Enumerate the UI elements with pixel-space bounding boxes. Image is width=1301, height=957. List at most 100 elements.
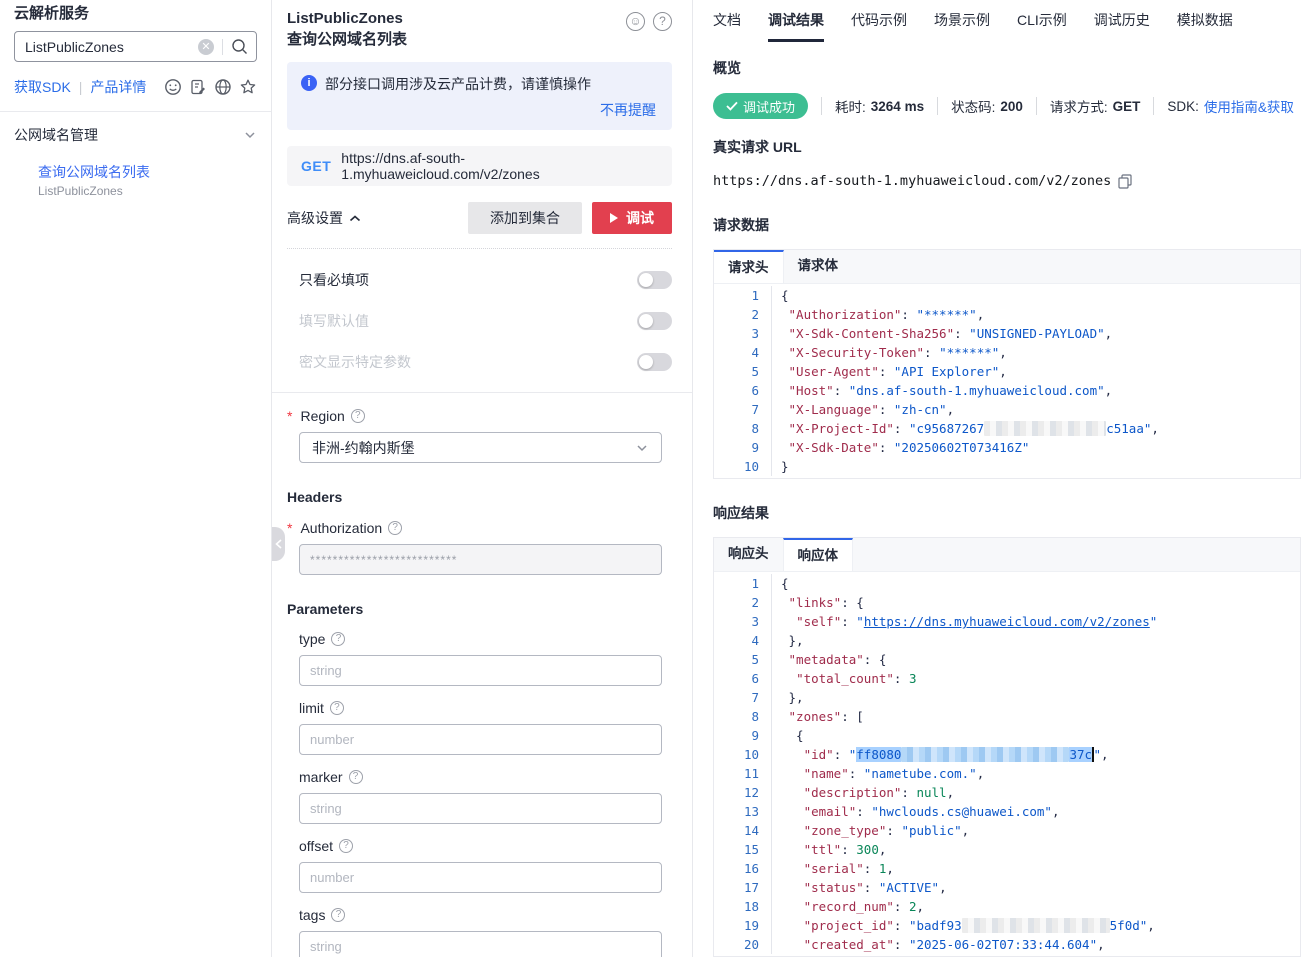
api-header: ListPublicZones 查询公网域名列表 ☺ ? xyxy=(287,8,672,50)
code-line: 3 "self": "https://dns.myhuaweicloud.com… xyxy=(714,612,1300,631)
request-headers-code: 1{2 "Authorization": "******",3 "X-Sdk-C… xyxy=(714,284,1300,478)
param-name: offset xyxy=(299,838,333,854)
parameters-section-title: Parameters xyxy=(287,601,672,617)
service-title: 云解析服务 xyxy=(14,2,257,23)
toggle-label: 密文显示特定参数 xyxy=(299,352,411,372)
search-icon[interactable] xyxy=(231,38,248,55)
authorization-field[interactable] xyxy=(299,544,662,575)
api-description: 查询公网域名列表 xyxy=(287,29,407,50)
param-field-offset[interactable] xyxy=(299,862,662,893)
param-label-limit: limit ? xyxy=(299,700,672,716)
favorite-star-icon[interactable] xyxy=(239,78,257,96)
smiley-icon[interactable] xyxy=(164,78,182,96)
actions-row: 高级设置 添加到集合 调试 xyxy=(287,202,672,234)
param-help-icon[interactable]: ? xyxy=(330,701,344,715)
nav-item-title: 查询公网域名列表 xyxy=(38,162,257,182)
links-divider: | xyxy=(79,79,83,95)
feedback-icon[interactable] xyxy=(189,78,207,96)
param-name: limit xyxy=(299,700,324,716)
line-number: 17 xyxy=(714,878,772,897)
globe-icon[interactable] xyxy=(214,78,232,96)
tab-code-samples[interactable]: 代码示例 xyxy=(851,10,907,42)
tab-request-headers[interactable]: 请求头 xyxy=(714,250,784,283)
tab-debug-result[interactable]: 调试结果 xyxy=(768,10,824,42)
status-badge-label: 调试成功 xyxy=(743,97,795,116)
play-icon xyxy=(610,213,618,223)
param-help-icon[interactable]: ? xyxy=(349,770,363,784)
param-help-icon[interactable]: ? xyxy=(331,908,345,922)
line-number: 10 xyxy=(714,457,772,476)
line-number: 10 xyxy=(714,745,772,764)
code-line: 6 "total_count": 3 xyxy=(714,669,1300,688)
sdk-guide-link[interactable]: 使用指南&获取 xyxy=(1204,96,1294,116)
response-result-tabs: 响应头 响应体 xyxy=(714,538,1300,572)
line-number: 12 xyxy=(714,783,772,802)
banner-text: 部分接口调用涉及云产品计费，请谨慎操作 xyxy=(325,74,591,94)
stat-divider xyxy=(1036,97,1037,115)
tab-scenario-samples[interactable]: 场景示例 xyxy=(934,10,990,42)
param-field-type[interactable] xyxy=(299,655,662,686)
param-label-marker: marker ? xyxy=(299,769,672,785)
debug-button[interactable]: 调试 xyxy=(592,202,672,234)
param-help-icon[interactable]: ? xyxy=(331,632,345,646)
tab-mock-data[interactable]: 模拟数据 xyxy=(1177,10,1233,42)
param-field-tags[interactable] xyxy=(299,931,662,957)
region-label-row: * Region ? xyxy=(287,408,672,424)
real-request-url: https://dns.af-south-1.myhuaweicloud.com… xyxy=(713,173,1301,189)
chevron-down-icon xyxy=(635,441,649,455)
tab-cli-samples[interactable]: CLI示例 xyxy=(1017,10,1067,42)
param-field-marker[interactable] xyxy=(299,793,662,824)
api-search-box[interactable]: ✕ xyxy=(14,31,257,62)
stat-divider xyxy=(937,97,938,115)
line-number: 13 xyxy=(714,802,772,821)
dismiss-banner-link[interactable]: 不再提醒 xyxy=(301,100,656,120)
region-label: Region xyxy=(300,408,344,424)
line-number: 14 xyxy=(714,821,772,840)
response-result-card: 响应头 响应体 1{2 "links": {3 "self": "https:/… xyxy=(713,537,1301,957)
request-data-heading: 请求数据 xyxy=(713,215,1301,235)
line-number: 2 xyxy=(714,305,772,324)
tab-response-headers[interactable]: 响应头 xyxy=(714,538,783,571)
authorization-help-icon[interactable]: ? xyxy=(388,521,402,535)
help-icon[interactable]: ? xyxy=(653,12,672,31)
clear-search-icon[interactable]: ✕ xyxy=(198,39,214,55)
line-number: 8 xyxy=(714,707,772,726)
line-number: 5 xyxy=(714,650,772,669)
default-values-switch[interactable] xyxy=(637,312,672,330)
line-number: 7 xyxy=(714,400,772,419)
billing-notice-banner: i 部分接口调用涉及云产品计费，请谨慎操作 不再提醒 xyxy=(287,62,672,130)
product-detail-link[interactable]: 产品详情 xyxy=(90,77,146,97)
param-label-offset: offset ? xyxy=(299,838,672,854)
tab-debug-history[interactable]: 调试历史 xyxy=(1094,10,1150,42)
search-divider xyxy=(222,39,223,55)
add-to-collection-button[interactable]: 添加到集合 xyxy=(468,202,582,234)
real-url-text: https://dns.af-south-1.myhuaweicloud.com… xyxy=(713,173,1111,189)
get-sdk-link[interactable]: 获取SDK xyxy=(14,77,71,97)
debug-result-panel: 文档 调试结果 代码示例 场景示例 CLI示例 调试历史 模拟数据 概览 调试成… xyxy=(693,0,1301,957)
param-help-icon[interactable]: ? xyxy=(339,839,353,853)
code-line: 7 }, xyxy=(714,688,1300,707)
code-line: 3 "X-Sdk-Content-Sha256": "UNSIGNED-PAYL… xyxy=(714,324,1300,343)
cipher-params-switch[interactable] xyxy=(637,353,672,371)
response-result-heading: 响应结果 xyxy=(713,503,1301,523)
advanced-settings-toggle[interactable]: 高级设置 xyxy=(287,208,361,228)
feedback-smiley-icon[interactable]: ☺ xyxy=(626,12,645,31)
chevron-down-icon xyxy=(243,128,257,142)
code-line: 18 "record_num": 2, xyxy=(714,897,1300,916)
region-help-icon[interactable]: ? xyxy=(351,409,365,423)
copy-url-icon[interactable] xyxy=(1118,174,1132,189)
collapse-panel-handle[interactable] xyxy=(272,527,285,561)
required-asterisk: * xyxy=(287,408,292,424)
redacted-text xyxy=(962,918,1110,933)
tab-request-body[interactable]: 请求体 xyxy=(784,250,853,283)
authorization-label-row: * Authorization ? xyxy=(287,520,672,536)
nav-group-public-zone[interactable]: 公网域名管理 xyxy=(14,125,257,145)
param-field-limit[interactable] xyxy=(299,724,662,755)
tab-response-body[interactable]: 响应体 xyxy=(783,538,854,571)
search-input[interactable] xyxy=(25,39,198,55)
required-only-switch[interactable] xyxy=(637,271,672,289)
tab-docs[interactable]: 文档 xyxy=(713,10,741,42)
region-select[interactable]: 非洲-约翰内斯堡 xyxy=(299,432,662,463)
line-number: 6 xyxy=(714,381,772,400)
sidebar-item-list-public-zones[interactable]: 查询公网域名列表 ListPublicZones xyxy=(14,162,257,198)
